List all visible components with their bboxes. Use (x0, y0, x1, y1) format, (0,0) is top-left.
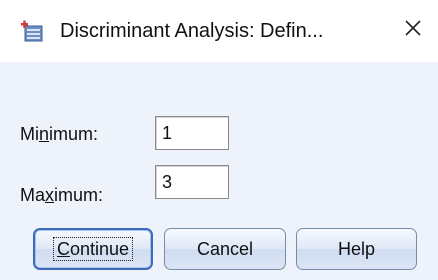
maximum-input[interactable]: 3 (155, 165, 229, 199)
cancel-button[interactable]: Cancel (164, 228, 286, 270)
title-bar: Discriminant Analysis: Defin... (0, 0, 438, 62)
continue-button-label: Continue (52, 237, 134, 261)
help-button[interactable]: Help (296, 228, 417, 270)
close-button[interactable] (395, 12, 431, 48)
dialog-window: Discriminant Analysis: Defin... Minimum:… (0, 0, 438, 280)
help-button-label: Help (337, 238, 376, 259)
window-title: Discriminant Analysis: Defin... (60, 20, 324, 42)
spss-analysis-icon (20, 19, 44, 43)
cancel-button-label: Cancel (196, 238, 254, 259)
minimum-input[interactable]: 1 (155, 116, 229, 150)
close-icon (404, 19, 422, 42)
maximum-label: Maximum: (20, 185, 104, 205)
minimum-label: Minimum: (20, 124, 99, 144)
continue-button[interactable]: Continue (33, 228, 153, 270)
